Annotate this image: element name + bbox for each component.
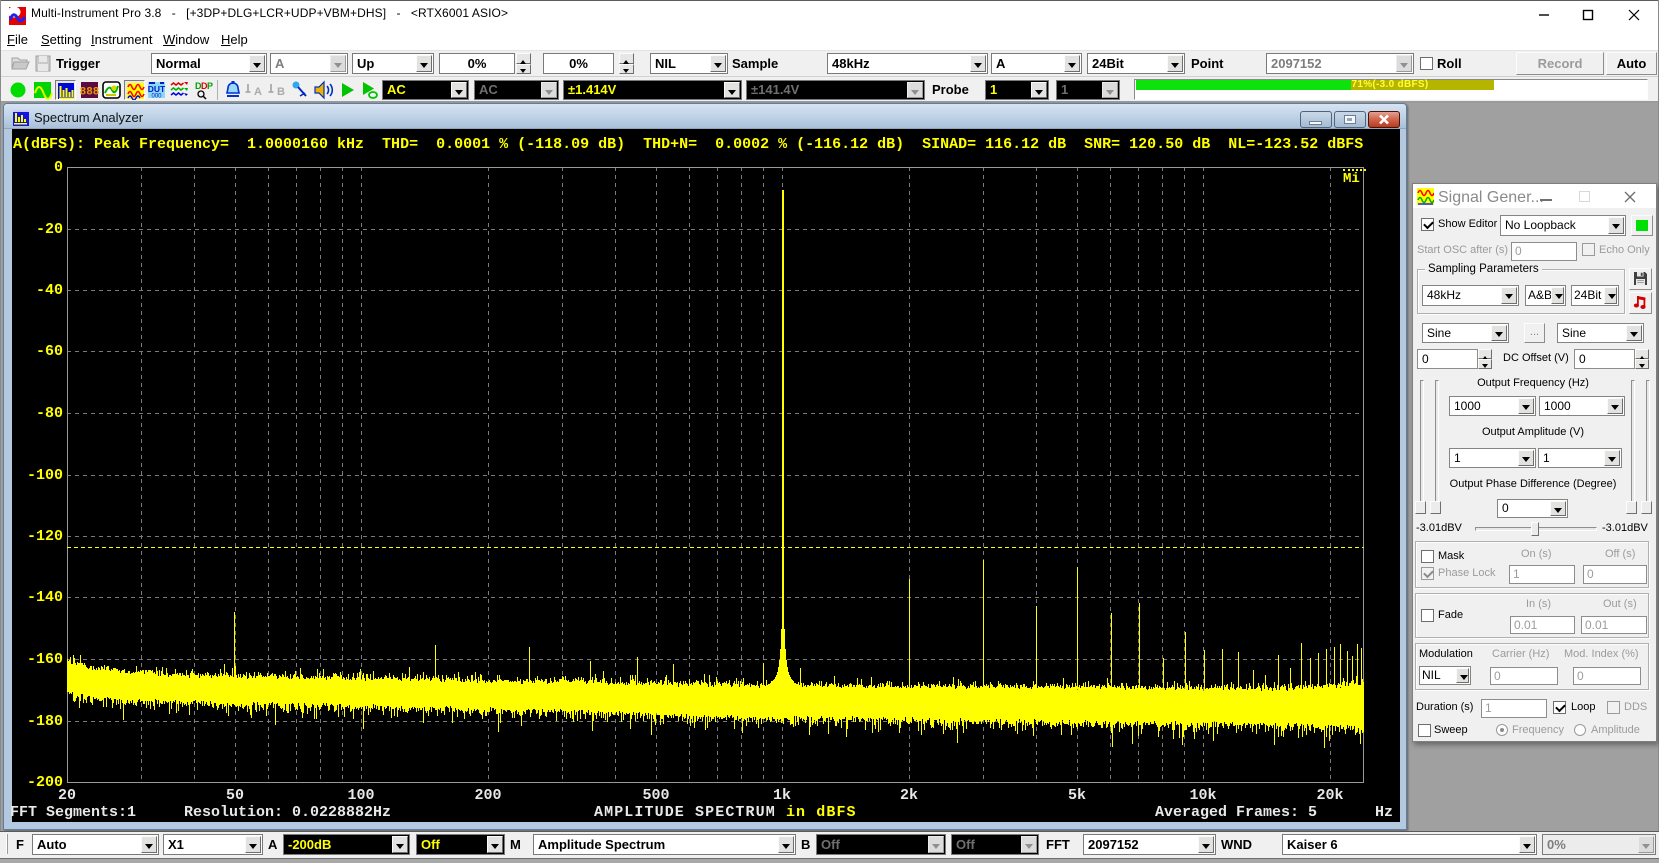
- svg-text:A: A: [254, 86, 262, 98]
- svg-text:888: 888: [80, 87, 100, 99]
- svg-text:000: 000: [151, 94, 162, 100]
- svg-text:B: B: [277, 86, 285, 98]
- svg-text:P: P: [207, 81, 213, 91]
- svg-text:DUT: DUT: [148, 84, 166, 94]
